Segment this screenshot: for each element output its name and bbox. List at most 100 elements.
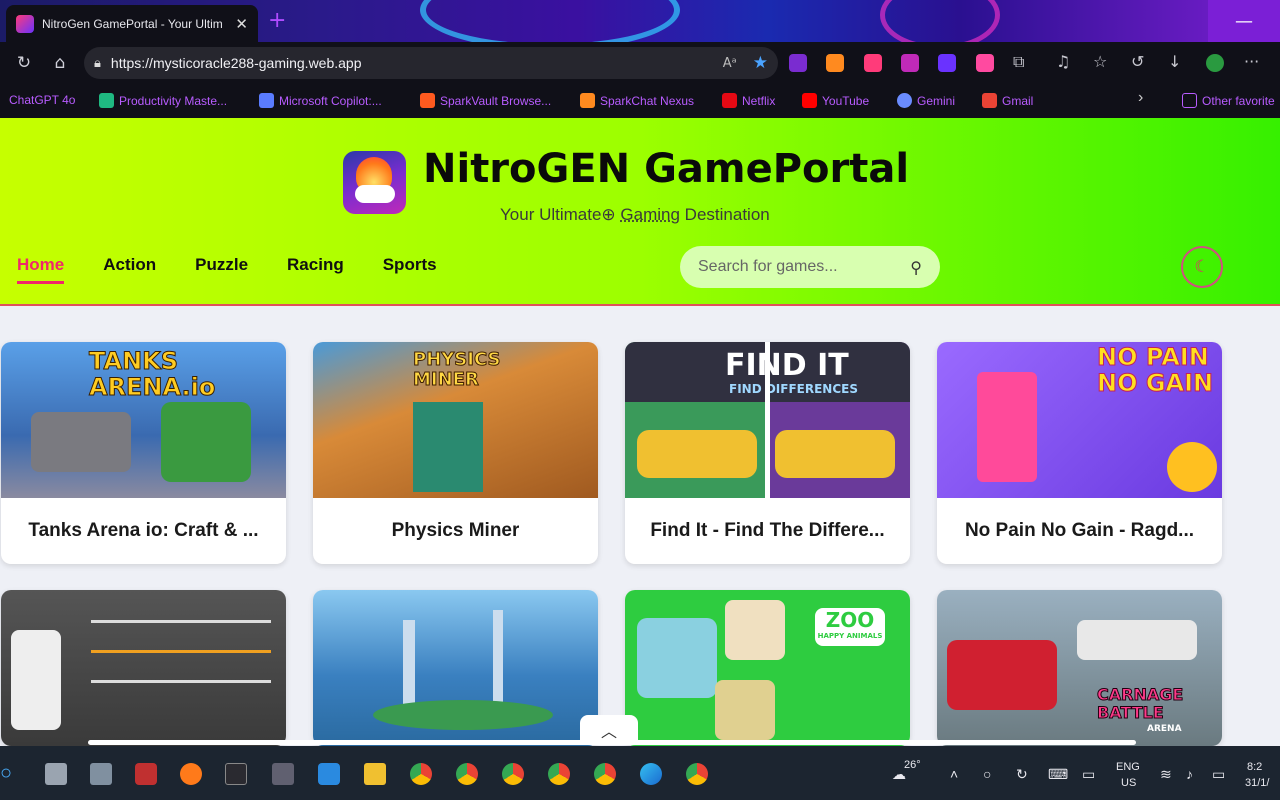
favorite-item[interactable]: YouTube — [802, 93, 869, 108]
game-card[interactable]: ZOO HAPPY ANIMALS — [625, 590, 910, 746]
horizontal-scrollbar[interactable] — [88, 740, 1136, 745]
search-icon[interactable]: ○ — [0, 762, 12, 785]
nav-home[interactable]: Home — [17, 255, 65, 284]
file-explorer-icon[interactable] — [364, 763, 386, 785]
chrome-icon[interactable] — [594, 763, 616, 785]
favorites-icon[interactable]: ☆ — [1093, 52, 1107, 71]
arrow-illustration — [91, 650, 271, 653]
tagline-part: Your Ultimate — [500, 205, 602, 224]
extension-icon[interactable] — [976, 54, 994, 72]
downloads-icon[interactable]: ↓ — [1168, 52, 1181, 71]
browser-tab-strip: NitroGen GamePortal - Your Ultim ✕ + — — [0, 0, 1280, 42]
media-icon[interactable]: ♫ — [1056, 52, 1070, 71]
clock-time[interactable]: 8:2 — [1247, 761, 1262, 773]
home-icon[interactable]: ⌂ — [42, 53, 78, 73]
display-icon[interactable]: ▭ — [1082, 766, 1095, 783]
game-thumbnail: CARNAGE BATTLE ARENA — [937, 590, 1222, 746]
game-title: Find It - Find The Differe... — [625, 498, 910, 564]
other-favorites-folder[interactable]: Other favorite — [1182, 93, 1275, 108]
game-card[interactable]: TANKS ARENA.io Tanks Arena io: Craft & .… — [1, 342, 286, 564]
game-card[interactable]: NO PAIN NO GAIN No Pain No Gain - Ragd..… — [937, 342, 1222, 564]
wifi-icon[interactable]: ≋ — [1160, 766, 1172, 783]
calculator-icon[interactable] — [90, 763, 112, 785]
app-icon[interactable] — [272, 763, 294, 785]
nav-racing[interactable]: Racing — [287, 255, 344, 284]
favorite-label: Productivity Maste... — [119, 93, 228, 108]
hippo-illustration — [637, 618, 717, 698]
more-favorites-button[interactable]: › — [1138, 89, 1143, 107]
task-view-icon[interactable] — [45, 763, 67, 785]
history-icon[interactable]: ↺ — [1131, 52, 1144, 71]
search-input[interactable] — [698, 258, 911, 276]
clock-date[interactable]: 31/1/ — [1245, 777, 1269, 789]
language-top[interactable]: ENG — [1116, 761, 1140, 773]
url-text[interactable]: https://mysticoracle288-gaming.web.app — [111, 55, 723, 71]
refresh-icon[interactable]: ↻ — [6, 53, 42, 73]
game-title: No Pain No Gain - Ragd... — [937, 498, 1222, 564]
nav-sports[interactable]: Sports — [383, 255, 437, 284]
extensions-puzzle-icon[interactable]: ⧉ — [1013, 52, 1024, 72]
chrome-icon[interactable] — [502, 763, 524, 785]
battery-icon[interactable]: ▭ — [1212, 766, 1225, 783]
favorite-item[interactable]: Gmail — [982, 93, 1033, 108]
extension-icon[interactable] — [938, 54, 956, 72]
chrome-icon[interactable] — [410, 763, 432, 785]
keyboard-icon[interactable]: ⌨ — [1048, 766, 1068, 783]
plus-circle-icon: ⊕ — [601, 205, 616, 224]
system-tray-icon[interactable]: ○ — [983, 766, 991, 782]
extension-icon[interactable] — [789, 54, 807, 72]
game-card[interactable]: CARNAGE BATTLE ARENA — [937, 590, 1222, 746]
island-illustration — [373, 700, 553, 730]
favorite-item[interactable]: Netflix — [722, 93, 775, 108]
favorite-star-icon[interactable]: ★ — [753, 53, 768, 73]
netflix-icon — [722, 93, 737, 108]
favorite-label: SparkVault Browse... — [440, 93, 552, 108]
game-card[interactable]: PHYSICS MINER Physics Miner — [313, 342, 598, 564]
theme-toggle-button[interactable]: ☾ — [1181, 246, 1223, 288]
game-card[interactable] — [1, 590, 286, 746]
address-bar[interactable]: 🔒︎ https://mysticoracle288-gaming.web.ap… — [84, 47, 778, 79]
favorite-item[interactable]: Gemini — [897, 93, 955, 108]
favorite-item[interactable]: Microsoft Copilot:... — [259, 93, 382, 108]
chrome-icon[interactable] — [548, 763, 570, 785]
minimize-window-button[interactable]: — — [1208, 0, 1280, 42]
sofa-illustration — [637, 430, 757, 478]
app-icon[interactable] — [135, 763, 157, 785]
favorite-item[interactable]: ChatGPT 4o — [9, 93, 75, 107]
browser-tab-active[interactable]: NitroGen GamePortal - Your Ultim ✕ — [6, 5, 258, 42]
nav-action[interactable]: Action — [103, 255, 156, 284]
weather-temperature: 26° — [904, 759, 921, 771]
nav-puzzle[interactable]: Puzzle — [195, 255, 248, 284]
zoo-badge: ZOO HAPPY ANIMALS — [815, 608, 885, 646]
game-card[interactable]: FIND IT FIND DIFFERENCES Find It - Find … — [625, 342, 910, 564]
thumbnail-art-text: TANKS ARENA.io — [89, 347, 216, 401]
chrome-icon[interactable] — [456, 763, 478, 785]
chrome-icon[interactable] — [686, 763, 708, 785]
more-menu-icon[interactable]: ··· — [1244, 52, 1259, 71]
vscode-icon[interactable] — [318, 763, 340, 785]
volume-icon[interactable]: ♪ — [1186, 766, 1193, 782]
new-tab-button[interactable]: + — [268, 8, 286, 33]
favorite-item[interactable]: SparkVault Browse... — [420, 93, 551, 108]
terminal-icon[interactable] — [225, 763, 247, 785]
tank-illustration — [31, 412, 131, 472]
lock-icon: 🔒︎ — [94, 55, 101, 71]
extension-icon[interactable] — [826, 54, 844, 72]
favorite-item[interactable]: SparkChat Nexus — [580, 93, 694, 108]
game-title-text: Tanks Arena io: Craft & ... — [28, 520, 259, 541]
chevron-up-icon[interactable]: ˄ — [950, 766, 958, 782]
profile-icon[interactable] — [1206, 54, 1224, 72]
close-tab-icon[interactable]: ✕ — [235, 15, 248, 33]
arrow-illustration — [91, 680, 271, 683]
read-aloud-icon[interactable]: Aᵃ — [723, 56, 737, 71]
extension-icon[interactable] — [864, 54, 882, 72]
search-icon[interactable]: ⚲ — [910, 258, 922, 277]
extension-icon[interactable] — [901, 54, 919, 72]
site-logo[interactable] — [343, 151, 406, 214]
favorite-item[interactable]: Productivity Maste... — [99, 93, 227, 108]
firefox-icon[interactable] — [180, 763, 202, 785]
edge-icon[interactable] — [640, 763, 662, 785]
language-bottom[interactable]: US — [1121, 777, 1136, 789]
sync-icon[interactable]: ↻ — [1016, 766, 1028, 783]
game-card[interactable] — [313, 590, 598, 746]
